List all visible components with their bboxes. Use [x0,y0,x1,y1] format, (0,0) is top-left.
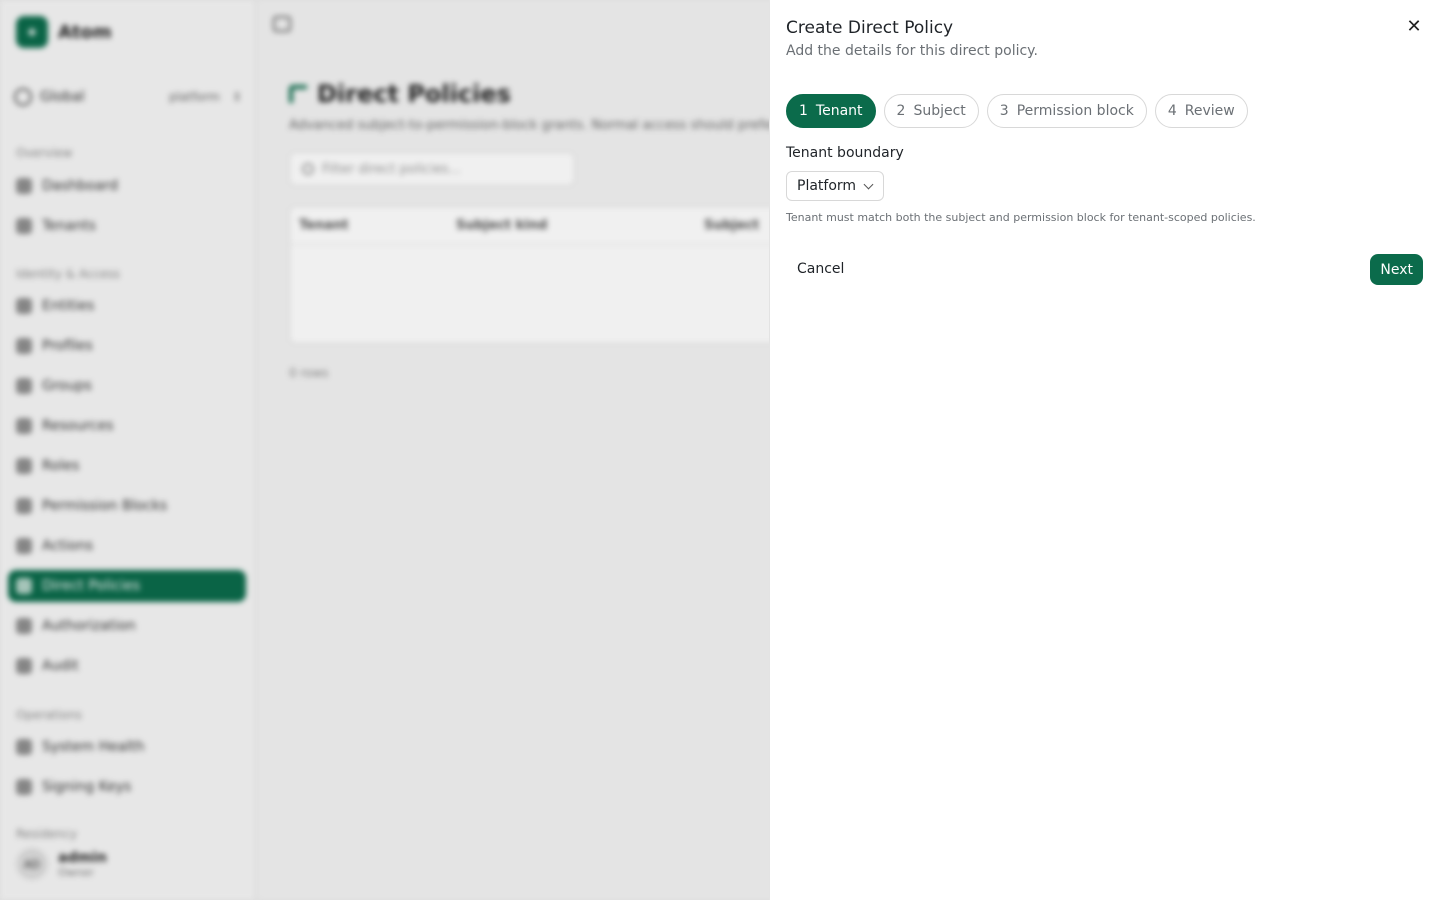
create-direct-policy-drawer: Create Direct Policy Add the details for… [769,0,1440,900]
step-permission-block[interactable]: 3 Permission block [986,94,1147,128]
step-number: 3 [999,103,1009,119]
step-number: 1 [799,103,808,119]
step-tenant[interactable]: 1 Tenant [786,94,876,128]
step-label: Tenant [815,103,863,119]
step-label: Subject [913,103,966,119]
step-subject[interactable]: 2 Subject [883,94,979,128]
select-value: Platform [797,178,857,194]
step-label: Review [1184,103,1235,119]
step-number: 4 [1167,103,1177,119]
step-label: Permission block [1016,103,1134,119]
step-number: 2 [896,103,906,119]
tenant-boundary-select[interactable]: Platform [786,171,884,201]
drawer-title: Create Direct Policy [786,18,954,38]
drawer-subtitle: Add the details for this direct policy. [786,43,1038,59]
tenant-boundary-label: Tenant boundary [786,145,904,161]
close-icon: ✕ [1406,15,1422,37]
tenant-help-text: Tenant must match both the subject and p… [786,211,1256,224]
close-button[interactable]: ✕ [1404,15,1424,37]
cancel-button[interactable]: Cancel [786,254,855,284]
stepper: 1 Tenant 2 Subject 3 Permission block 4 … [786,94,1248,128]
step-review[interactable]: 4 Review [1154,94,1248,128]
next-button[interactable]: Next [1370,254,1423,285]
chevron-down-icon [863,179,874,190]
